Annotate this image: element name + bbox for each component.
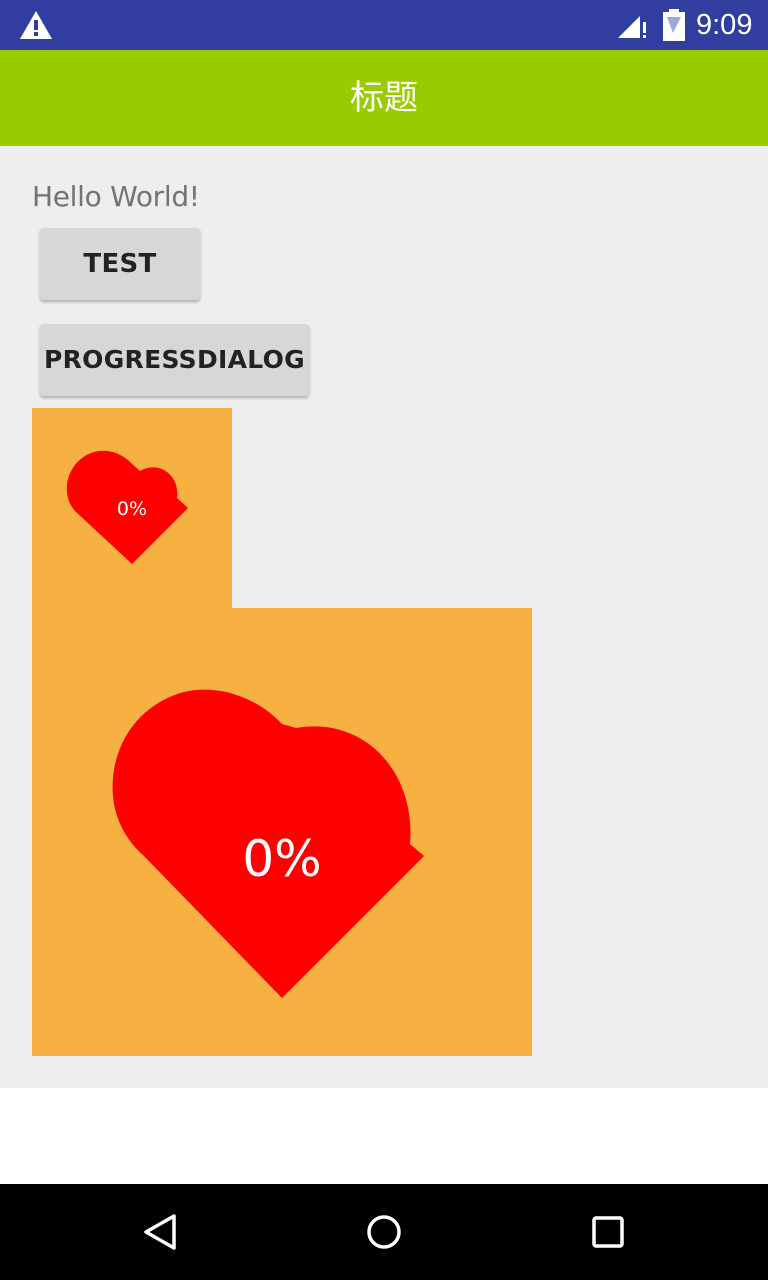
progress-percent-large: 0% [242, 830, 322, 888]
progress-dialog-button[interactable]: PROGRESSDIALOG [40, 324, 309, 396]
heart-progress-large: 0% [32, 608, 532, 1056]
status-time: 9:09 [696, 9, 753, 41]
warning-icon [20, 11, 52, 39]
main-content: Hello World! TEST PROGRESSDIALOG 0% 0% [0, 146, 768, 1088]
page-title: 标题 [350, 78, 418, 118]
test-button[interactable]: TEST [40, 228, 200, 300]
cell-signal-icon [618, 16, 646, 38]
recents-icon[interactable] [590, 1214, 626, 1250]
home-icon[interactable] [364, 1212, 404, 1252]
hello-text: Hello World! [32, 180, 200, 213]
heart-progress-small: 0% [32, 408, 232, 608]
progress-percent-small: 0% [116, 498, 148, 520]
status-bar: 9:09 [0, 0, 768, 50]
action-bar: 标题 [0, 50, 768, 146]
battery-icon [663, 9, 685, 41]
navigation-bar [0, 1184, 768, 1280]
back-icon[interactable] [140, 1212, 180, 1252]
